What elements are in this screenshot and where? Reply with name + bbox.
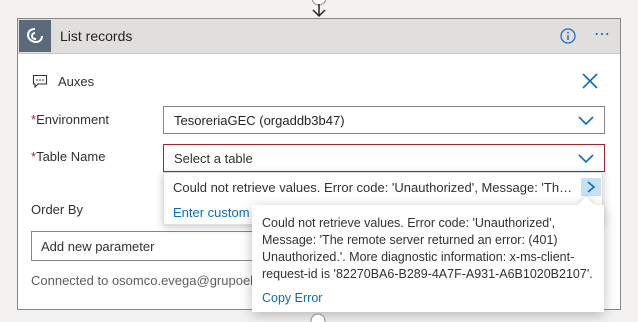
error-tooltip: Could not retrieve values. Error code: '… [252, 196, 604, 312]
environment-label: *Environment [31, 112, 109, 127]
card-title: List records [60, 28, 133, 44]
connection-info: Connected to osomco.evega@grupoelche [31, 273, 275, 288]
connector-dot-icon [310, 313, 326, 322]
error-option[interactable]: Could not retrieve values. Error code: '… [164, 173, 602, 200]
more-options-icon[interactable]: ⋯ [594, 27, 611, 43]
card-header[interactable]: List records ⋯ [18, 19, 620, 54]
table-name-label: *Table Name [31, 149, 105, 164]
connector-arrow-icon [311, 0, 327, 18]
table-name-placeholder: Select a table [174, 151, 253, 166]
environment-select[interactable]: TesoreriaGEC (orgaddb3b47) [163, 106, 605, 134]
table-name-select[interactable]: Select a table [163, 144, 605, 172]
chevron-right-icon [587, 181, 596, 193]
chevron-down-icon[interactable] [578, 114, 594, 126]
expand-error-button[interactable] [581, 178, 601, 196]
error-message: Could not retrieve values. Error code: '… [262, 216, 593, 281]
info-icon[interactable] [560, 28, 576, 44]
environment-label-text: Environment [36, 112, 110, 127]
environment-value: TesoreriaGEC (orgaddb3b47) [174, 113, 345, 128]
comment-icon [32, 74, 48, 89]
close-icon[interactable] [581, 72, 599, 90]
error-option-text: Could not retrieve values. Error code: '… [173, 180, 578, 195]
chevron-down-icon[interactable] [578, 152, 594, 164]
add-parameter-placeholder: Add new parameter [41, 239, 155, 254]
comment-text[interactable]: Auxes [58, 74, 94, 89]
copy-error-link[interactable]: Copy Error [262, 291, 322, 305]
dataverse-icon [26, 28, 43, 44]
order-by-label: Order By [31, 202, 84, 217]
dataverse-logo [19, 20, 51, 52]
table-name-label-text: Table Name [36, 149, 106, 164]
